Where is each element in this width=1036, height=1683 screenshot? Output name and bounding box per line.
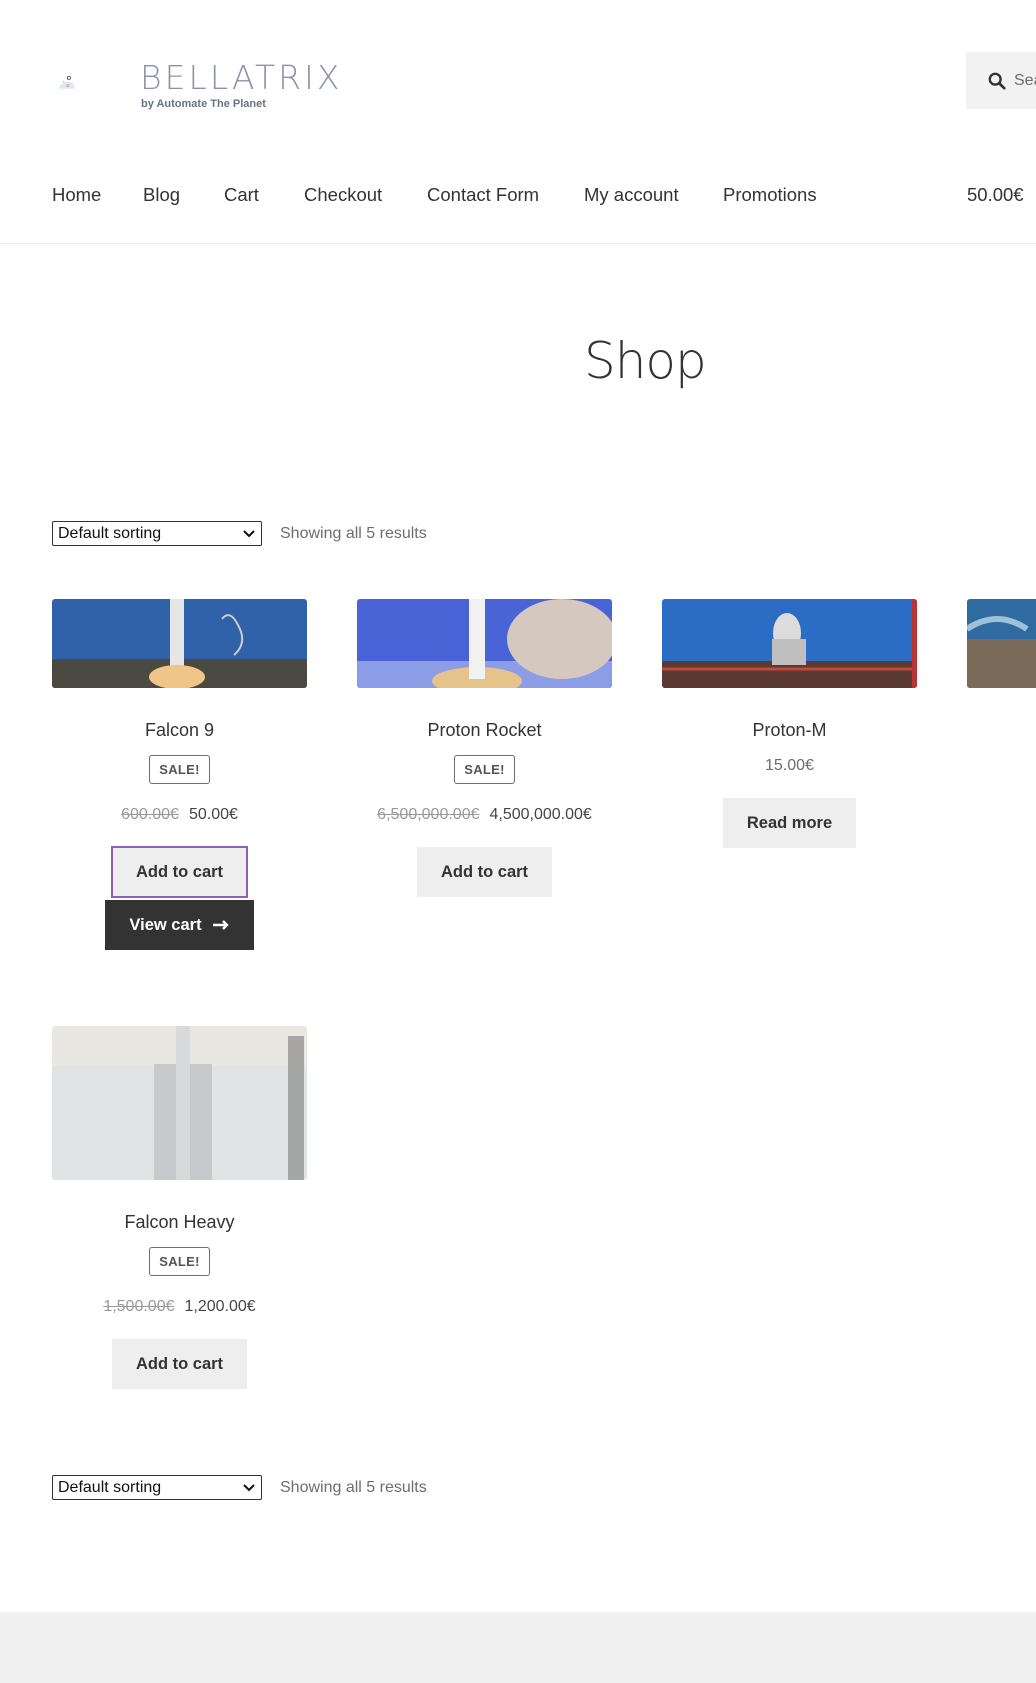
- product-image-partial: [967, 599, 1036, 688]
- product-price: 6,500,000.00€ 4,500,000.00€: [357, 806, 612, 824]
- product-card-partial: [967, 599, 1036, 688]
- proton-rocket-image: [357, 599, 612, 688]
- product-card: Falcon 9 SALE! 600.00€ 50.00€ Add to cart…: [52, 599, 307, 950]
- falcon-9-image: [52, 599, 307, 688]
- nav-item-contact-form[interactable]: Contact Form: [427, 184, 539, 206]
- price-new: 1,200.00€: [184, 1298, 256, 1315]
- product-name[interactable]: Proton Rocket: [357, 720, 612, 741]
- sale-badge: SALE!: [149, 755, 210, 784]
- search-icon: [988, 72, 1006, 90]
- sorting-select[interactable]: Default sorting: [52, 1475, 262, 1500]
- header-divider: [0, 243, 1036, 244]
- product-image[interactable]: [662, 599, 917, 688]
- price-old: 1,500.00€: [103, 1298, 175, 1315]
- nav-item-my-account[interactable]: My account: [584, 184, 679, 206]
- product-name[interactable]: Proton-M: [662, 720, 917, 741]
- product-image[interactable]: [967, 599, 1036, 688]
- arrow-right-icon: [212, 920, 229, 930]
- product-name[interactable]: Falcon 9: [52, 720, 307, 741]
- nav-item-promotions[interactable]: Promotions: [723, 184, 817, 206]
- product-image[interactable]: [52, 599, 307, 688]
- add-to-cart-button[interactable]: Add to cart: [416, 847, 553, 897]
- main-navigation: Home Blog Cart Checkout Contact Form My …: [52, 184, 852, 214]
- sorting-select-value: Default sorting: [58, 1478, 162, 1496]
- product-card: Falcon Heavy SALE! 1,500.00€ 1,200.00€ Ad…: [52, 1026, 307, 1389]
- falcon-heavy-image: [52, 1026, 307, 1180]
- logo-tagline: by Automate The Planet: [141, 98, 266, 110]
- result-count: Showing all 5 results: [280, 524, 427, 542]
- sorting-select-value: Default sorting: [58, 524, 162, 542]
- page-title: Shop: [584, 332, 707, 390]
- chevron-down-icon: [243, 1483, 255, 1491]
- header-cart-total[interactable]: 50.00€: [967, 184, 1024, 206]
- result-count: Showing all 5 results: [280, 1478, 427, 1496]
- product-card: Proton Rocket SALE! 6,500,000.00€ 4,500,0…: [357, 599, 612, 897]
- product-price: 600.00€ 50.00€: [52, 806, 307, 824]
- product-price: 1,500.00€ 1,200.00€: [52, 1298, 307, 1316]
- add-to-cart-button[interactable]: Add to cart: [111, 1339, 248, 1389]
- price-old: 6,500,000.00€: [377, 806, 480, 823]
- price-new: 50.00€: [188, 806, 238, 823]
- nav-item-checkout[interactable]: Checkout: [304, 184, 382, 206]
- price-new: 4,500,000.00€: [489, 806, 592, 823]
- add-to-cart-button[interactable]: Add to cart: [110, 846, 249, 898]
- product-price: 15.00€: [765, 757, 814, 774]
- nav-item-home[interactable]: Home: [52, 184, 101, 206]
- price-old: 600.00€: [121, 806, 179, 823]
- product-name[interactable]: Falcon Heavy: [52, 1212, 307, 1233]
- read-more-button[interactable]: Read more: [722, 798, 857, 848]
- shop-toolbar-bottom: Default sorting Showing all 5 results: [52, 1475, 427, 1500]
- sorting-select[interactable]: Default sorting: [52, 521, 262, 546]
- shop-toolbar-top: Default sorting Showing all 5 results: [52, 521, 427, 546]
- search-placeholder: Sea: [1014, 71, 1036, 89]
- nav-item-cart[interactable]: Cart: [224, 184, 259, 206]
- product-card: Proton-M 15.00€ Read more: [662, 599, 917, 848]
- nav-item-blog[interactable]: Blog: [143, 184, 180, 206]
- logo-text: BELLATRIX: [140, 58, 343, 97]
- product-image[interactable]: [52, 1026, 307, 1180]
- site-footer: [0, 1612, 1036, 1683]
- sale-badge: SALE!: [454, 755, 515, 784]
- chevron-down-icon: [243, 529, 255, 537]
- search-input[interactable]: Sea: [966, 52, 1036, 109]
- product-image[interactable]: [357, 599, 612, 688]
- logo-icon: [59, 75, 75, 89]
- view-cart-button[interactable]: View cart: [105, 900, 254, 950]
- sale-badge: SALE!: [149, 1247, 210, 1276]
- shop-page: BELLATRIX by Automate The Planet Sea Hom…: [0, 0, 1036, 1683]
- view-cart-label: View cart: [129, 915, 202, 934]
- proton-m-image: [662, 599, 917, 688]
